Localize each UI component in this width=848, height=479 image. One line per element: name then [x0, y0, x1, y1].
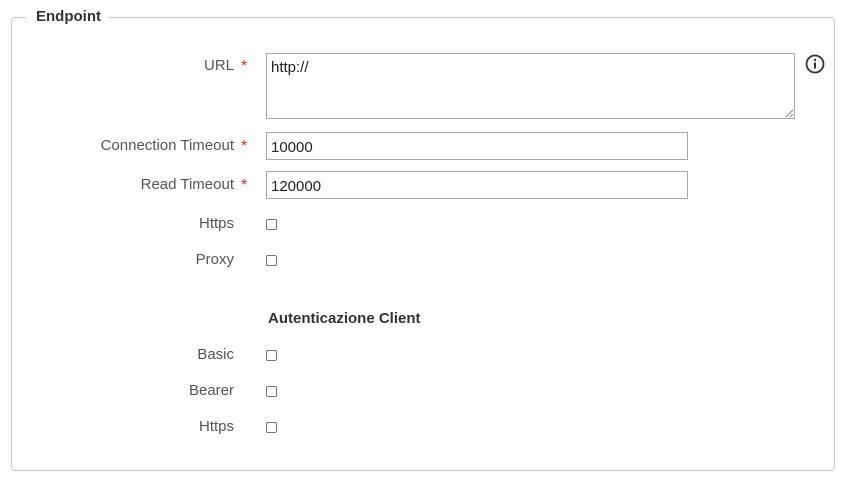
client-https-label: Https: [198, 418, 234, 435]
basic-label: Basic: [197, 346, 234, 363]
read-timeout-required-mark: *: [241, 177, 248, 194]
fieldset-legend: Endpoint: [26, 8, 109, 26]
client-auth-title: Autenticazione Client: [268, 310, 421, 327]
proxy-label: Proxy: [195, 251, 234, 268]
info-circle-icon[interactable]: [805, 54, 825, 74]
client-https-checkbox[interactable]: [266, 422, 277, 433]
bearer-checkbox[interactable]: [266, 386, 277, 397]
read-timeout-label: Read Timeout: [140, 176, 234, 193]
url-label: URL: [203, 57, 234, 74]
basic-checkbox[interactable]: [266, 350, 277, 361]
https-checkbox[interactable]: [266, 219, 277, 230]
https-label: Https: [198, 215, 234, 232]
connection-timeout-required-mark: *: [241, 138, 248, 155]
url-required-mark: *: [241, 58, 248, 75]
bearer-label: Bearer: [188, 382, 234, 399]
connection-timeout-input[interactable]: [266, 132, 688, 160]
read-timeout-input[interactable]: [266, 171, 688, 199]
connection-timeout-label: Connection Timeout: [100, 137, 234, 154]
proxy-checkbox[interactable]: [266, 255, 277, 266]
url-textarea[interactable]: [266, 53, 795, 119]
